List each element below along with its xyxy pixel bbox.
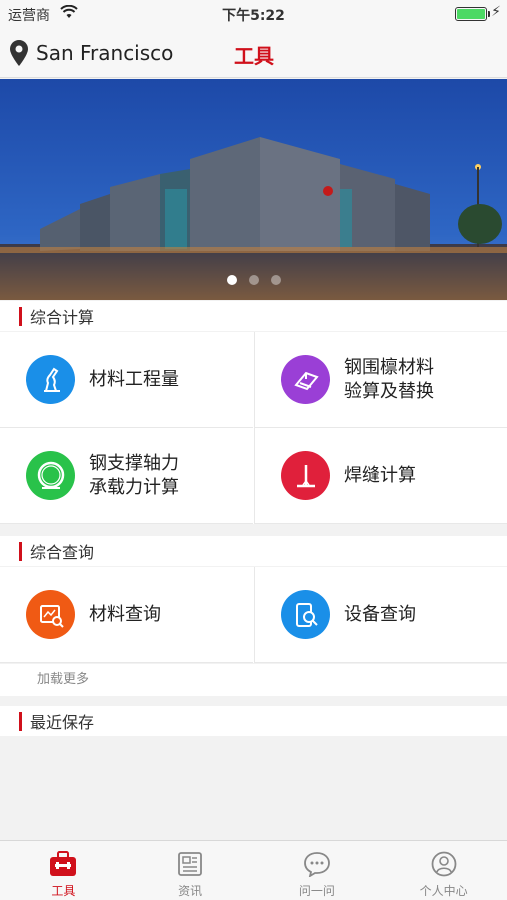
tab-ask[interactable]: 问一问 [254, 841, 381, 900]
news-icon [177, 849, 203, 879]
query-material-label: 材料查询 [89, 603, 161, 625]
section-title: 综合查询 [30, 543, 95, 562]
calc-steel-support-label: 钢支撑轴力 承载力计算 [89, 452, 179, 498]
tab-ask-label: 问一问 [298, 884, 335, 898]
carousel-dot-1[interactable] [226, 275, 237, 285]
query-material[interactable]: 材料查询 [0, 567, 253, 663]
tab-tools-label: 工具 [51, 884, 76, 898]
steel-ring-icon [26, 451, 75, 500]
location-label: San Francisco [36, 41, 174, 65]
calc-steel-purlin[interactable]: 钢围檩材料 验算及替换 [254, 332, 507, 428]
tab-news-label: 资讯 [178, 884, 203, 898]
steel-beam-icon [281, 355, 330, 404]
calc-steel-support[interactable]: 钢支撑轴力 承载力计算 [0, 428, 253, 524]
location-selector[interactable]: San Francisco [10, 40, 173, 66]
carousel-dot-2[interactable] [248, 275, 259, 285]
section-marker [19, 306, 22, 326]
battery-tip [488, 11, 490, 17]
location-pin-icon [10, 40, 28, 66]
banner-carousel[interactable] [0, 79, 507, 300]
calc-weld[interactable]: 焊缝计算 [254, 428, 507, 524]
calc-material-quantity[interactable]: 材料工程量 [0, 332, 253, 428]
tab-bar: 工具 资讯 问一问 个人中心 [0, 840, 507, 900]
banner-image [0, 79, 507, 300]
weld-icon [281, 451, 330, 500]
section-title: 综合计算 [30, 308, 95, 327]
material-search-icon [26, 590, 75, 639]
section-calc-header: 综合计算 [0, 301, 507, 331]
load-more-link[interactable]: 加载更多 [0, 664, 507, 696]
status-bar: 运营商 下午5:22 ⚡ [0, 0, 507, 28]
tab-profile[interactable]: 个人中心 [380, 841, 507, 900]
nav-bar: San Francisco 工具 [0, 28, 507, 78]
calc-weld-label: 焊缝计算 [344, 464, 416, 486]
measure-tool-icon [26, 355, 75, 404]
tab-profile-label: 个人中心 [419, 884, 468, 898]
toolbox-icon [49, 849, 77, 879]
section-marker [19, 541, 22, 561]
carousel-dots [0, 275, 507, 285]
charging-icon: ⚡ [491, 4, 501, 20]
device-search-icon [281, 590, 330, 639]
query-grid: 材料查询 设备查询 [0, 567, 507, 663]
calc-grid: 材料工程量 钢围檩材料 验算及替换 钢支撑轴力 承载力计算 焊缝计算 [0, 332, 507, 524]
carousel-dot-3[interactable] [270, 275, 281, 285]
user-icon [431, 849, 457, 879]
chat-icon [303, 849, 331, 879]
section-query-header: 综合查询 [0, 536, 507, 566]
calc-material-quantity-label: 材料工程量 [89, 368, 179, 390]
calc-steel-purlin-label: 钢围檩材料 验算及替换 [344, 356, 434, 402]
tab-news[interactable]: 资讯 [127, 841, 254, 900]
page-title: 工具 [234, 44, 274, 68]
query-device[interactable]: 设备查询 [254, 567, 507, 663]
tab-tools[interactable]: 工具 [0, 841, 127, 900]
section-marker [19, 711, 22, 731]
query-device-label: 设备查询 [344, 603, 416, 625]
battery-icon [455, 7, 487, 21]
section-title: 最近保存 [30, 713, 95, 732]
clock: 下午5:22 [222, 8, 285, 24]
section-recent-header: 最近保存 [0, 706, 507, 736]
